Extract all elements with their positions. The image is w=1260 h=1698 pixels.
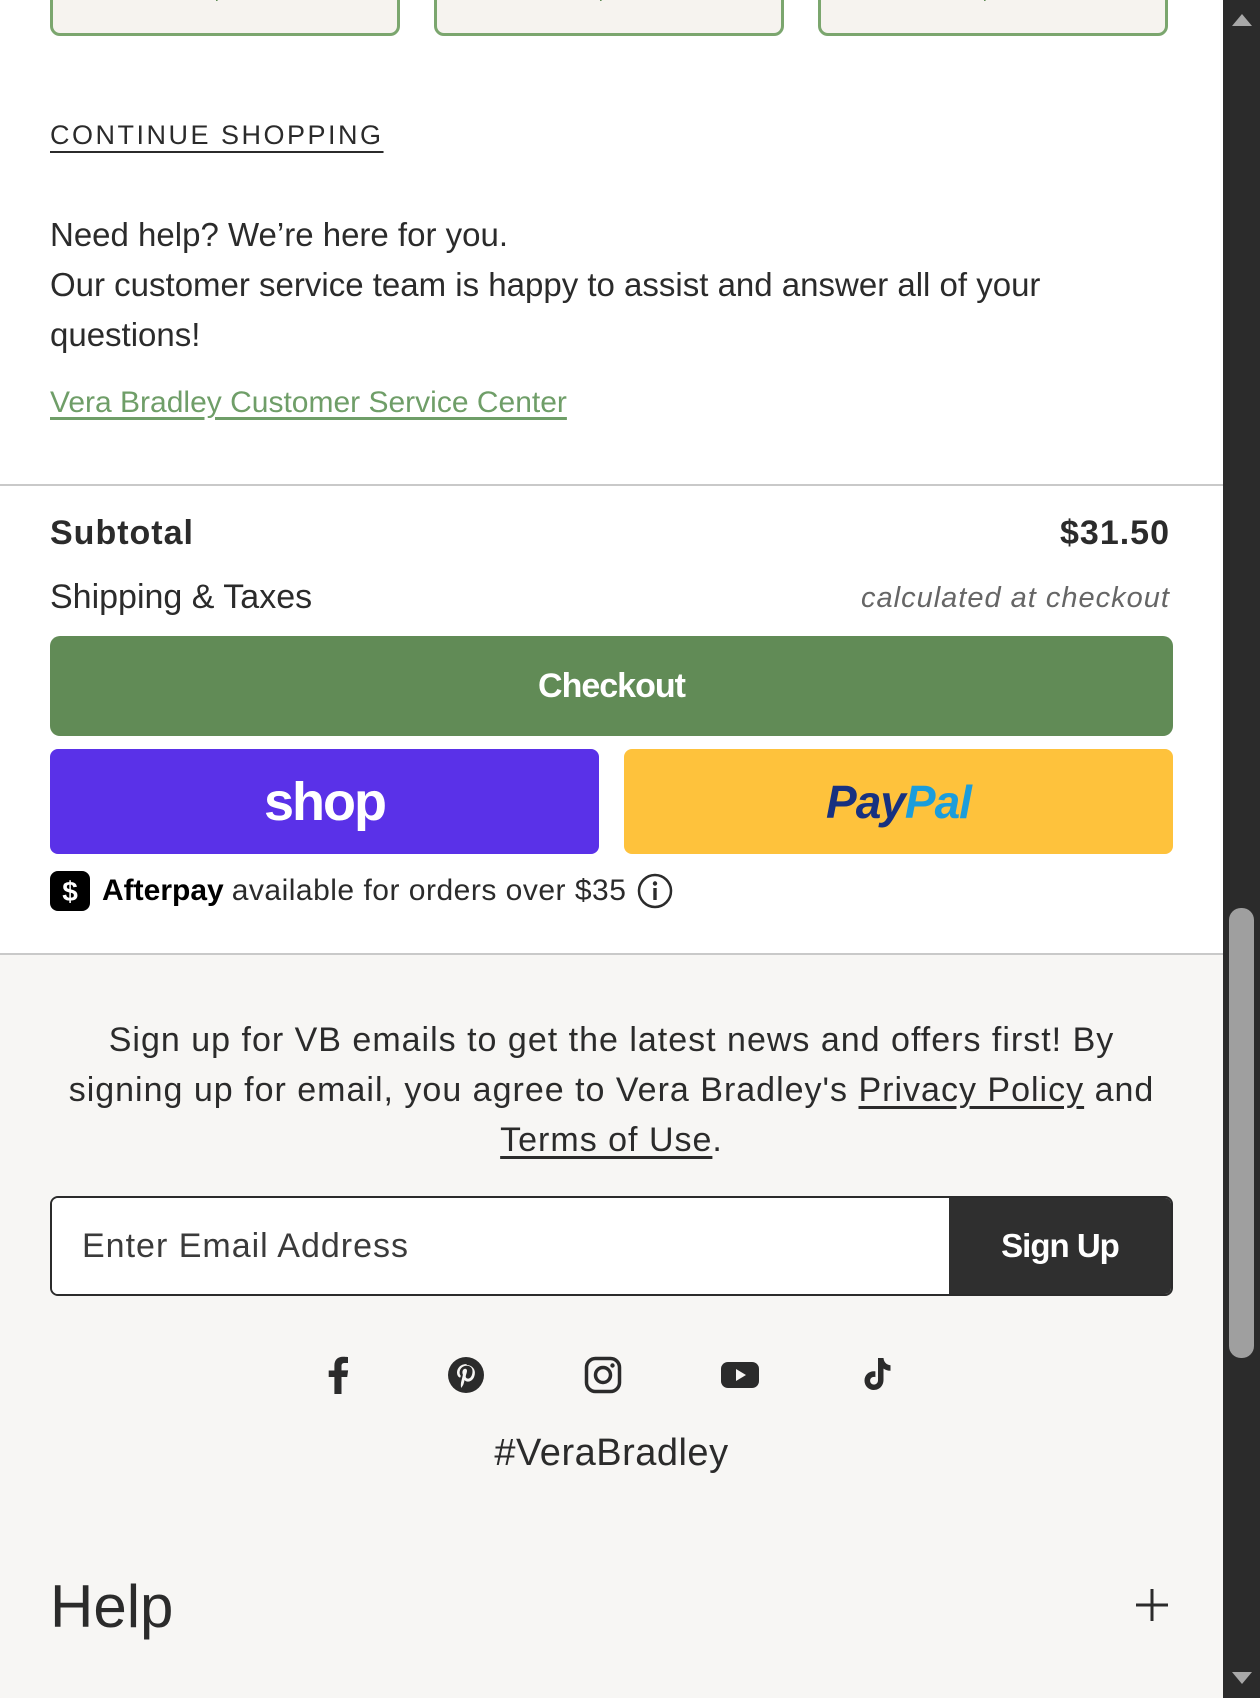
paypal-button[interactable]: PayPal: [624, 749, 1173, 854]
sign-up-button[interactable]: Sign Up: [949, 1198, 1171, 1294]
cash-app-icon: $: [50, 871, 90, 911]
help-message: Need help? We’re here for you. Our custo…: [50, 210, 1180, 360]
paypal-logo-pay: Pay: [826, 775, 906, 828]
scrollbar[interactable]: [1223, 0, 1260, 1698]
subtotal-value: $31.50: [1060, 514, 1170, 552]
continue-shopping-link[interactable]: CONTINUE SHOPPING: [50, 120, 384, 151]
price-option-label: $1: [53, 0, 397, 7]
paypal-logo-pal: Pal: [904, 775, 972, 828]
instagram-icon[interactable]: [578, 1350, 628, 1400]
info-icon[interactable]: [636, 872, 674, 910]
scroll-up-arrow-icon[interactable]: [1232, 14, 1252, 26]
main-content: $1 $3 $5 CONTINUE SHOPPING Need help? We…: [0, 0, 1223, 1698]
svg-text:$: $: [62, 876, 78, 906]
shipping-taxes-label: Shipping & Taxes: [50, 578, 313, 616]
plus-icon[interactable]: [1132, 1585, 1172, 1625]
afterpay-brand: Afterpay: [102, 874, 224, 907]
help-section-heading[interactable]: Help: [50, 1572, 173, 1641]
subtotal-label: Subtotal: [50, 514, 194, 552]
customer-service-link[interactable]: Vera Bradley Customer Service Center: [50, 386, 567, 420]
privacy-policy-link[interactable]: Privacy Policy: [859, 1071, 1085, 1109]
price-option-card[interactable]: $1: [50, 0, 400, 36]
shop-pay-button[interactable]: shop: [50, 749, 599, 854]
price-option-card[interactable]: $5: [818, 0, 1168, 36]
shop-pay-logo: shop: [264, 771, 387, 832]
afterpay-notice: $ Afterpay available for orders over $35: [50, 871, 674, 911]
divider: [0, 484, 1223, 486]
afterpay-text: available for orders over $35: [231, 874, 627, 907]
pinterest-icon[interactable]: [441, 1350, 491, 1400]
price-option-card[interactable]: $3: [434, 0, 784, 36]
paypal-logo: PayPal: [826, 775, 972, 829]
signup-and-text: and: [1094, 1071, 1155, 1109]
facebook-icon[interactable]: [313, 1350, 363, 1400]
social-links: [0, 1350, 1223, 1400]
help-line-2: Our customer service team is happy to as…: [50, 266, 1041, 353]
signup-period: .: [712, 1121, 723, 1159]
page: $1 $3 $5 CONTINUE SHOPPING Need help? We…: [0, 0, 1260, 1698]
hashtag: #VeraBradley: [494, 1432, 729, 1474]
checkout-button[interactable]: Checkout: [50, 636, 1173, 736]
terms-of-use-link[interactable]: Terms of Use: [500, 1121, 712, 1159]
price-option-label: $5: [821, 0, 1165, 7]
scrollbar-thumb[interactable]: [1229, 908, 1254, 1358]
tiktok-icon[interactable]: [852, 1350, 902, 1400]
email-signup-text: Sign up for VB emails to get the latest …: [60, 1015, 1163, 1165]
price-option-label: $3: [437, 0, 781, 7]
shipping-taxes-value: calculated at checkout: [861, 582, 1170, 614]
youtube-icon[interactable]: [715, 1350, 765, 1400]
footer: Sign up for VB emails to get the latest …: [0, 955, 1223, 1698]
scroll-down-arrow-icon[interactable]: [1232, 1672, 1252, 1684]
email-input[interactable]: [52, 1198, 949, 1294]
email-signup-form: Sign Up: [50, 1196, 1173, 1296]
help-line-1: Need help? We’re here for you.: [50, 216, 508, 253]
